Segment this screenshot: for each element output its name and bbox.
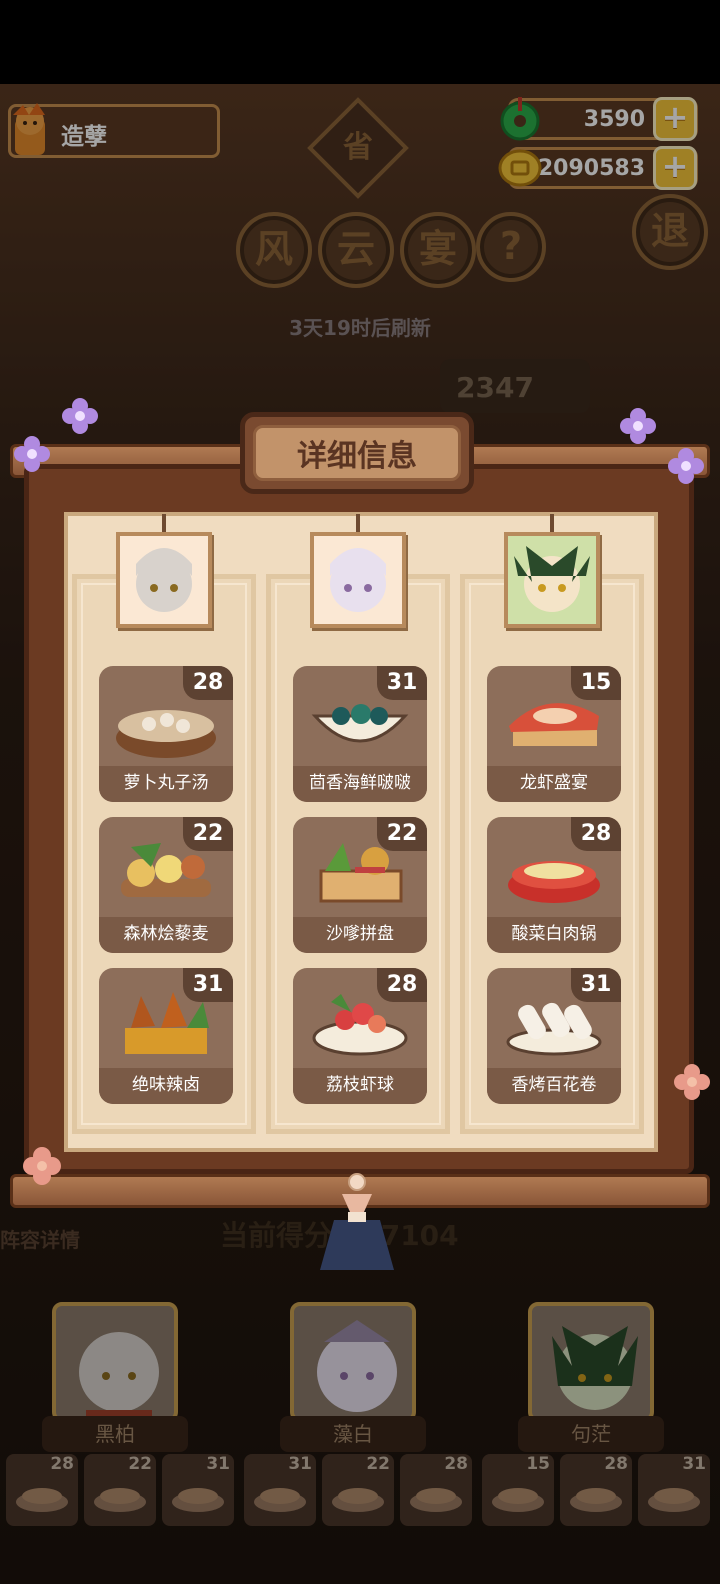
dish-name: 荔枝虾球 [293, 1068, 427, 1104]
game-screen: 省 风 云 宴 ? 退 3天19时后刷新 2347 造孽 3590 + 2090… [0, 84, 720, 1584]
dish-name: 香烤百花卷 [487, 1068, 621, 1104]
dish-count-badge: 31 [183, 968, 233, 1002]
chef-portrait-2[interactable] [310, 532, 406, 628]
dish-count-badge: 31 [571, 968, 621, 1002]
dish-count-badge: 28 [571, 817, 621, 851]
dish-count-badge: 28 [377, 968, 427, 1002]
dish-card[interactable]: 28 荔枝虾球 [293, 968, 427, 1104]
dish-name: 萝卜丸子汤 [99, 766, 233, 802]
dish-card[interactable]: 22 森林烩藜麦 [99, 817, 233, 953]
portrait-string [356, 514, 360, 534]
dish-count-badge: 31 [377, 666, 427, 700]
panel-title-box: 详细信息 [240, 412, 474, 494]
dish-count-badge: 22 [377, 817, 427, 851]
dish-card[interactable]: 28 萝卜丸子汤 [99, 666, 233, 802]
dish-card[interactable]: 28 酸菜白肉锅 [487, 817, 621, 953]
dish-name: 酸菜白肉锅 [487, 917, 621, 953]
dish-count-badge: 28 [183, 666, 233, 700]
dish-count-badge: 15 [571, 666, 621, 700]
flower-icon [14, 436, 50, 472]
flower-icon [62, 398, 98, 434]
tassel-icon [320, 1173, 394, 1270]
dish-name: 茴香海鲜啵啵 [293, 766, 427, 802]
dish-card[interactable]: 22 沙嗲拼盘 [293, 817, 427, 953]
dish-name: 森林烩藜麦 [99, 917, 233, 953]
dish-card[interactable]: 15 龙虾盛宴 [487, 666, 621, 802]
chef-portrait-3[interactable] [504, 532, 600, 628]
dish-card[interactable]: 31 香烤百花卷 [487, 968, 621, 1104]
chef-avatar-icon [314, 536, 402, 624]
flower-icon [620, 408, 656, 444]
blossom-icon [674, 1064, 710, 1100]
blossom-icon [23, 1147, 61, 1185]
dish-card[interactable]: 31 茴香海鲜啵啵 [293, 666, 427, 802]
dish-name: 绝味辣卤 [99, 1068, 233, 1104]
dish-count-badge: 22 [183, 817, 233, 851]
chef-avatar-icon [508, 536, 596, 624]
dish-name: 沙嗲拼盘 [293, 917, 427, 953]
chef-avatar-icon [120, 536, 208, 624]
dish-card[interactable]: 31 绝味辣卤 [99, 968, 233, 1104]
portrait-string [550, 514, 554, 534]
portrait-string [162, 514, 166, 534]
chef-portrait-1[interactable] [116, 532, 212, 628]
panel-title: 详细信息 [253, 425, 461, 481]
flower-icon [668, 448, 704, 484]
dish-name: 龙虾盛宴 [487, 766, 621, 802]
